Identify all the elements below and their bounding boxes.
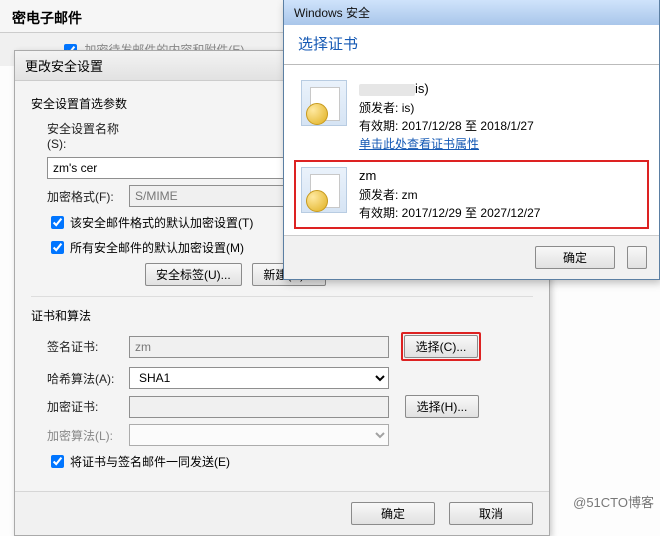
default-all-label: 所有安全邮件的默认加密设置(M) xyxy=(70,239,244,256)
ws-ok-button[interactable]: 确定 xyxy=(535,246,615,269)
certificate-info: zm 颁发者: zm 有效期: 2017/12/29 至 2027/12/27 xyxy=(359,167,540,222)
settings-ok-button[interactable]: 确定 xyxy=(351,502,435,525)
choose-sign-cert-highlight: 选择(C)... xyxy=(401,332,481,361)
certificate-issuer: 颁发者: zm xyxy=(359,186,540,204)
ws-footer: 确定 xyxy=(284,235,659,279)
send-cert-with-sign-checkbox[interactable] xyxy=(51,455,64,468)
certificate-item-highlighted[interactable]: zm 颁发者: zm 有效期: 2017/12/29 至 2027/12/27 xyxy=(294,160,649,229)
security-labels-button[interactable]: 安全标签(U)... xyxy=(145,263,242,286)
default-format-checkbox[interactable] xyxy=(51,216,64,229)
redacted-text xyxy=(359,84,415,96)
enc-cert-label: 加密证书: xyxy=(31,398,129,415)
certificate-icon xyxy=(301,80,347,126)
default-format-label: 该安全邮件格式的默认加密设置(T) xyxy=(70,214,253,231)
windows-security-dialog: Windows 安全 选择证书 is) 颁发者: is) 有效期: 2017/1… xyxy=(283,0,660,280)
certificate-list: is) 颁发者: is) 有效期: 2017/12/28 至 2018/1/27… xyxy=(284,65,659,235)
enc-cert-field xyxy=(129,396,389,418)
settings-cancel-button[interactable]: 取消 xyxy=(449,502,533,525)
send-cert-with-sign-label: 将证书与签名邮件一同发送(E) xyxy=(70,453,230,470)
ws-titlebar: Windows 安全 xyxy=(284,0,659,25)
hash-algo-label: 哈希算法(A): xyxy=(31,370,129,387)
certificate-info: is) 颁发者: is) 有效期: 2017/12/28 至 2018/1/27… xyxy=(359,80,534,153)
enc-algo-select xyxy=(129,424,389,446)
default-all-checkbox[interactable] xyxy=(51,241,64,254)
certificate-validity: 有效期: 2017/12/29 至 2027/12/27 xyxy=(359,204,540,222)
certificate-issuer: 颁发者: is) xyxy=(359,99,534,117)
certificate-item[interactable]: is) 颁发者: is) 有效期: 2017/12/28 至 2018/1/27… xyxy=(294,73,649,160)
view-cert-properties-link[interactable]: 单击此处查看证书属性 xyxy=(359,135,534,153)
watermark: @51CTO博客 xyxy=(573,492,654,511)
sign-cert-label: 签名证书: xyxy=(31,338,129,355)
certificate-name: zm xyxy=(359,167,540,185)
crypt-format-label: 加密格式(F): xyxy=(31,188,129,205)
choose-sign-cert-button[interactable]: 选择(C)... xyxy=(404,335,478,358)
settings-footer: 确定 取消 xyxy=(15,491,549,535)
sign-cert-field xyxy=(129,336,389,358)
ws-heading: 选择证书 xyxy=(284,25,659,58)
certificate-validity: 有效期: 2017/12/28 至 2018/1/27 xyxy=(359,117,534,135)
separator xyxy=(31,296,533,297)
certificate-name: is) xyxy=(359,80,534,98)
ws-secondary-button xyxy=(627,246,647,269)
security-name-label: 安全设置名称(S): xyxy=(31,120,129,151)
hash-algo-select[interactable]: SHA1 xyxy=(129,367,389,389)
certificate-icon xyxy=(301,167,347,213)
choose-enc-cert-button[interactable]: 选择(H)... xyxy=(405,395,479,418)
cert-algo-header: 证书和算法 xyxy=(31,307,533,324)
enc-algo-label: 加密算法(L): xyxy=(31,427,129,444)
